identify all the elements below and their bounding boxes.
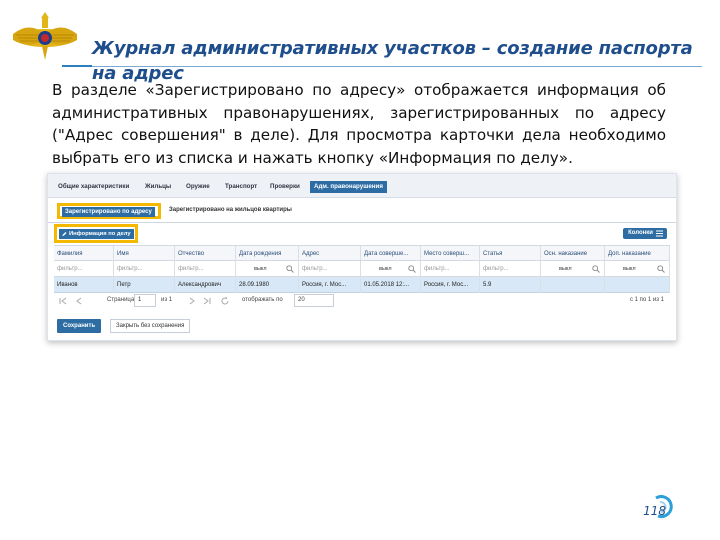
column-header-address[interactable]: Адрес <box>299 246 361 262</box>
column-header-offense-date[interactable]: Дата соверше... <box>361 246 421 262</box>
filter-offense-place[interactable]: фильтр... <box>421 261 480 277</box>
subtab-registered-at-address-label: Зарегистрировано по адресу <box>62 207 155 217</box>
subtab-registered-at-address[interactable]: Зарегистрировано по адресу <box>57 203 161 219</box>
filter-extra-penalty-value: выкл <box>623 266 636 272</box>
subtab-divider <box>48 222 676 223</box>
tab-residents[interactable]: Жильцы <box>145 181 171 193</box>
filter-offense-date[interactable]: выкл <box>361 261 421 277</box>
per-page-label: отображать по <box>242 297 283 303</box>
filter-birth-date[interactable]: выкл <box>236 261 299 277</box>
slide-body-text: В разделе «Зарегистрировано по адресу» о… <box>52 81 666 167</box>
filter-address[interactable]: фильтр... <box>299 261 361 277</box>
columns-button-label: Колонки <box>628 230 653 236</box>
close-without-saving-button[interactable]: Закрыть без сохранения <box>110 319 191 333</box>
search-icon <box>286 265 294 273</box>
grid-header-row: Фамилия Имя Отчество Дата рождения Адрес… <box>54 245 670 262</box>
page-of-label: из 1 <box>161 297 173 303</box>
case-info-highlight: Информация по делу <box>54 224 138 243</box>
column-header-main-penalty[interactable]: Осн. наказание <box>541 246 605 262</box>
cell-address: Россия, г. Мос... <box>299 277 361 293</box>
filter-patronymic[interactable]: фильтр... <box>175 261 236 277</box>
column-header-article[interactable]: Статья <box>480 246 541 262</box>
tab-bar: Общие характеристики Жильцы Оружие Транс… <box>48 174 676 198</box>
pager-summary: с 1 по 1 из 1 <box>629 297 664 303</box>
columns-menu-icon <box>656 230 663 237</box>
cell-birth-date: 28.09.1980 <box>236 277 299 293</box>
columns-button[interactable]: Колонки <box>623 228 667 239</box>
page-number: 118 <box>643 504 666 518</box>
cell-patronymic: Александрович <box>175 277 236 293</box>
offenses-grid: Фамилия Имя Отчество Дата рождения Адрес… <box>54 245 670 293</box>
subtab-registered-to-residents[interactable]: Зарегистрировано на жильцов квартиры <box>169 207 292 213</box>
filter-main-penalty-value: выкл <box>559 266 572 272</box>
search-icon <box>408 265 416 273</box>
search-icon <box>657 265 665 273</box>
filter-article[interactable]: фильтр... <box>480 261 541 277</box>
title-accent-line <box>62 65 92 67</box>
refresh-icon[interactable] <box>220 296 230 306</box>
tab-adm-offenses[interactable]: Адм. правонарушения <box>310 181 387 193</box>
case-info-button[interactable]: Информация по делу <box>59 229 134 239</box>
tab-transport[interactable]: Транспорт <box>225 181 257 193</box>
grid-filter-row: фильтр... фильтр... фильтр... выкл фильт… <box>54 261 670 277</box>
next-page-icon[interactable] <box>187 296 197 306</box>
cell-article: 5.9 <box>480 277 541 293</box>
page-input[interactable]: 1 <box>134 294 156 307</box>
filter-extra-penalty[interactable]: выкл <box>605 261 670 277</box>
case-info-button-label: Информация по делу <box>69 231 131 237</box>
prev-page-icon[interactable] <box>74 296 84 306</box>
cell-surname: Иванов <box>54 277 114 293</box>
column-header-birth-date[interactable]: Дата рождения <box>236 246 299 262</box>
cell-name: Петр <box>114 277 175 293</box>
column-header-extra-penalty[interactable]: Доп. наказание <box>605 246 670 262</box>
pencil-icon <box>62 232 67 237</box>
search-icon <box>592 265 600 273</box>
save-button[interactable]: Сохранить <box>57 319 102 333</box>
last-page-icon[interactable] <box>202 296 212 306</box>
grid-toolbar: Информация по делу Колонки <box>48 224 676 244</box>
subtab-row: Зарегистрировано по адресу Зарегистриров… <box>48 203 676 223</box>
filter-name[interactable]: фильтр... <box>114 261 175 277</box>
pager: Страница 1 из 1 отображать по 20 с 1 по … <box>54 293 670 309</box>
emblem-eagle-icon <box>13 12 77 60</box>
table-row[interactable]: Иванов Петр Александрович 28.09.1980 Рос… <box>54 277 670 293</box>
tab-checks[interactable]: Проверки <box>270 181 300 193</box>
page-label: Страница <box>107 297 135 303</box>
cell-extra-penalty <box>605 277 670 293</box>
column-header-patronymic[interactable]: Отчество <box>175 246 236 262</box>
filter-surname[interactable]: фильтр... <box>54 261 114 277</box>
filter-birth-date-value: выкл <box>254 266 267 272</box>
per-page-value: 20 <box>298 297 305 303</box>
cell-offense-place: Россия, г. Мос... <box>421 277 480 293</box>
column-header-offense-place[interactable]: Место соверш... <box>421 246 480 262</box>
per-page-select[interactable]: 20 <box>294 294 334 307</box>
cell-main-penalty <box>541 277 605 293</box>
filter-offense-date-value: выкл <box>379 266 392 272</box>
tab-general[interactable]: Общие характеристики <box>58 181 129 193</box>
app-screenshot: Общие характеристики Жильцы Оружие Транс… <box>47 173 677 341</box>
tab-weapons[interactable]: Оружие <box>186 181 210 193</box>
column-header-name[interactable]: Имя <box>114 246 175 262</box>
cell-offense-date: 01.05.2018 12:... <box>361 277 421 293</box>
first-page-icon[interactable] <box>58 296 68 306</box>
column-header-surname[interactable]: Фамилия <box>54 246 114 262</box>
filter-main-penalty[interactable]: выкл <box>541 261 605 277</box>
